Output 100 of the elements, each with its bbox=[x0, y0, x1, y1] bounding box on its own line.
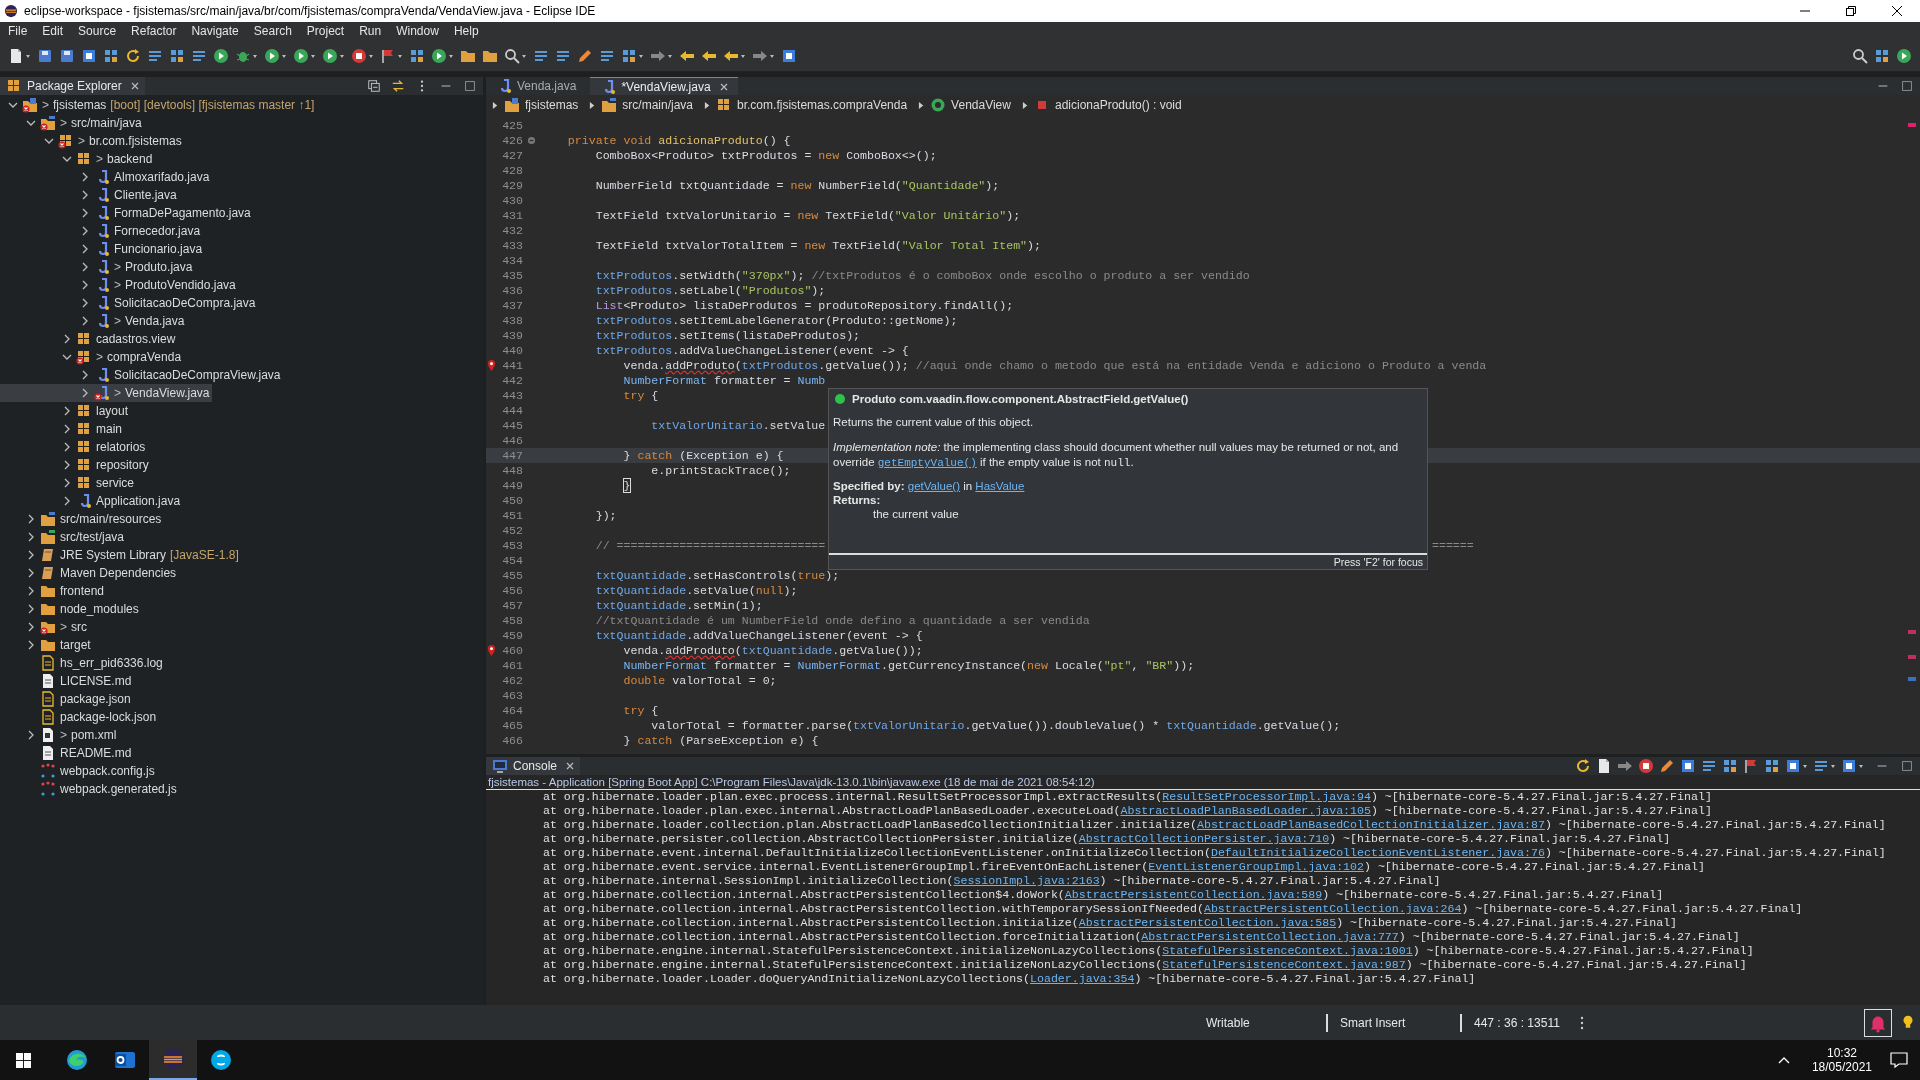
tree-item[interactable]: > Produto.java bbox=[0, 258, 195, 276]
chevron-icon[interactable] bbox=[80, 298, 90, 308]
chevron-icon[interactable] bbox=[62, 460, 72, 470]
doc-link[interactable]: getEmptyValue() bbox=[877, 457, 977, 469]
tree-item[interactable]: README.md bbox=[0, 744, 134, 762]
tree-item[interactable]: layout bbox=[0, 402, 131, 420]
close-icon[interactable] bbox=[566, 762, 575, 770]
stop-icon[interactable] bbox=[1638, 758, 1654, 774]
forward-arrow-icon[interactable] bbox=[1617, 758, 1633, 774]
tree-item[interactable]: package.json bbox=[0, 690, 133, 708]
square-icon[interactable] bbox=[781, 47, 797, 64]
pencil-icon[interactable] bbox=[577, 47, 593, 64]
chevron-icon[interactable] bbox=[80, 172, 90, 182]
run-icon[interactable] bbox=[431, 47, 454, 64]
breadcrumb-item[interactable]: VendaView bbox=[930, 97, 1011, 113]
tree-item[interactable]: > fjsistemas [boot] [devtools] [fjsistemas master ↑1] bbox=[0, 96, 317, 114]
taskbar-app[interactable] bbox=[149, 1040, 197, 1080]
source-link[interactable]: AbstractCollectionPersister.java:710 bbox=[1078, 832, 1330, 845]
chevron-icon[interactable] bbox=[80, 208, 90, 218]
chevron-icon[interactable] bbox=[62, 442, 72, 452]
tree-item[interactable]: repository bbox=[0, 456, 151, 474]
run-icon[interactable] bbox=[213, 47, 229, 64]
chevron-icon[interactable] bbox=[26, 550, 36, 560]
tree-item[interactable]: JRE System Library [JavaSE-1.8] bbox=[0, 546, 241, 564]
maximize-icon[interactable] bbox=[463, 79, 477, 93]
windows-logo-icon[interactable] bbox=[16, 1052, 31, 1068]
square-icon[interactable] bbox=[1841, 758, 1864, 774]
grid-icon[interactable] bbox=[1722, 758, 1738, 774]
chevron-icon[interactable] bbox=[62, 478, 72, 488]
menu-item[interactable]: Run bbox=[353, 24, 391, 38]
tree-item[interactable]: Almoxarifado.java bbox=[0, 168, 212, 186]
source-link[interactable]: AbstractPersistentCollection.java:585 bbox=[1078, 916, 1337, 929]
chevron-icon[interactable] bbox=[62, 496, 72, 506]
save-icon[interactable] bbox=[37, 47, 53, 64]
new-file-icon[interactable] bbox=[1596, 758, 1612, 774]
tree-item[interactable]: hs_err_pid6336.log bbox=[0, 654, 165, 672]
overview-marker[interactable] bbox=[1908, 123, 1916, 127]
source-link[interactable]: StatefulPersistenceContext.java:1001 bbox=[1162, 944, 1413, 957]
square-icon[interactable] bbox=[1680, 758, 1696, 774]
tree-item[interactable]: FormaDePagamento.java bbox=[0, 204, 253, 222]
chevron-icon[interactable] bbox=[62, 424, 72, 434]
chevron-icon[interactable] bbox=[8, 100, 18, 110]
source-link[interactable]: AbstractLoadPlanBasedLoader.java:105 bbox=[1120, 804, 1371, 817]
collapse-all-icon[interactable] bbox=[367, 79, 381, 93]
grid-icon[interactable] bbox=[1874, 47, 1890, 64]
view-tab[interactable]: Console bbox=[486, 757, 581, 775]
chevron-icon[interactable] bbox=[80, 262, 90, 272]
square-icon[interactable] bbox=[1785, 758, 1808, 774]
tree-item[interactable]: webpack.config.js bbox=[0, 762, 157, 780]
grid-icon[interactable] bbox=[103, 47, 119, 64]
kebab-icon[interactable] bbox=[1580, 1014, 1584, 1031]
menu-item[interactable]: Project bbox=[300, 24, 354, 38]
chevron-icon[interactable] bbox=[26, 622, 36, 632]
collapse-icon[interactable] bbox=[527, 136, 536, 145]
chevron-icon[interactable] bbox=[62, 154, 72, 164]
flag-icon[interactable] bbox=[380, 47, 403, 64]
tree-item[interactable]: Fornecedor.java bbox=[0, 222, 203, 240]
tree-item[interactable]: src/main/resources bbox=[0, 510, 164, 528]
grid-icon[interactable] bbox=[409, 47, 425, 64]
chevron-icon[interactable] bbox=[80, 316, 90, 326]
grid-icon[interactable] bbox=[621, 47, 644, 64]
error-marker-icon[interactable] bbox=[486, 359, 496, 372]
tree-item[interactable]: > compraVenda bbox=[0, 348, 184, 366]
close-icon[interactable] bbox=[719, 82, 728, 91]
tree-item[interactable]: service bbox=[0, 474, 136, 492]
source-link[interactable]: SessionImpl.java:2163 bbox=[953, 874, 1100, 887]
lightbulb-icon[interactable] bbox=[1902, 1014, 1914, 1031]
restore-icon[interactable] bbox=[1846, 6, 1856, 16]
menu-item[interactable]: Edit bbox=[36, 24, 73, 38]
chevron-icon[interactable] bbox=[26, 568, 36, 578]
run-icon[interactable] bbox=[293, 47, 316, 64]
bell-icon[interactable] bbox=[1864, 1008, 1892, 1037]
tree-item[interactable]: node_modules bbox=[0, 600, 141, 618]
chevron-icon[interactable] bbox=[80, 190, 90, 200]
close-icon[interactable] bbox=[1892, 6, 1902, 16]
tree-item[interactable]: Application.java bbox=[0, 492, 183, 510]
chevron-icon[interactable] bbox=[62, 406, 72, 416]
breadcrumb-item[interactable]: br.com.fjsistemas.compraVenda bbox=[716, 97, 908, 113]
breadcrumb-item[interactable]: adicionaProduto() : void bbox=[1033, 97, 1182, 113]
tree-item[interactable]: > VendaView.java bbox=[0, 384, 212, 402]
chevron-icon[interactable] bbox=[26, 118, 36, 128]
menu-item[interactable]: Window bbox=[390, 24, 448, 38]
tree-item[interactable]: > src bbox=[0, 618, 89, 636]
tree-item[interactable]: > backend bbox=[0, 150, 155, 168]
pencil-icon[interactable] bbox=[1659, 758, 1675, 774]
run-icon[interactable] bbox=[264, 47, 287, 64]
editor-tab[interactable]: *VendaView.java bbox=[590, 77, 738, 95]
tree-item[interactable]: SolicitacaoDeCompraView.java bbox=[0, 366, 283, 384]
tree-item[interactable]: src/test/java bbox=[0, 528, 127, 546]
source-link[interactable]: AbstractPersistentCollection.java:264 bbox=[1203, 902, 1462, 915]
chevron-icon[interactable] bbox=[44, 136, 54, 146]
menu-item[interactable]: Source bbox=[72, 24, 126, 38]
chevron-icon[interactable] bbox=[62, 334, 72, 344]
tree-item[interactable]: webpack.generated.js bbox=[0, 780, 179, 798]
chevron-icon[interactable] bbox=[26, 640, 36, 650]
link-icon[interactable] bbox=[391, 79, 405, 93]
grid-icon[interactable] bbox=[169, 47, 185, 64]
source-link[interactable]: AbstractPersistentCollection.java:589 bbox=[1064, 888, 1323, 901]
run-icon[interactable] bbox=[322, 47, 345, 64]
breadcrumb-item[interactable]: fjsistemas bbox=[504, 97, 579, 113]
